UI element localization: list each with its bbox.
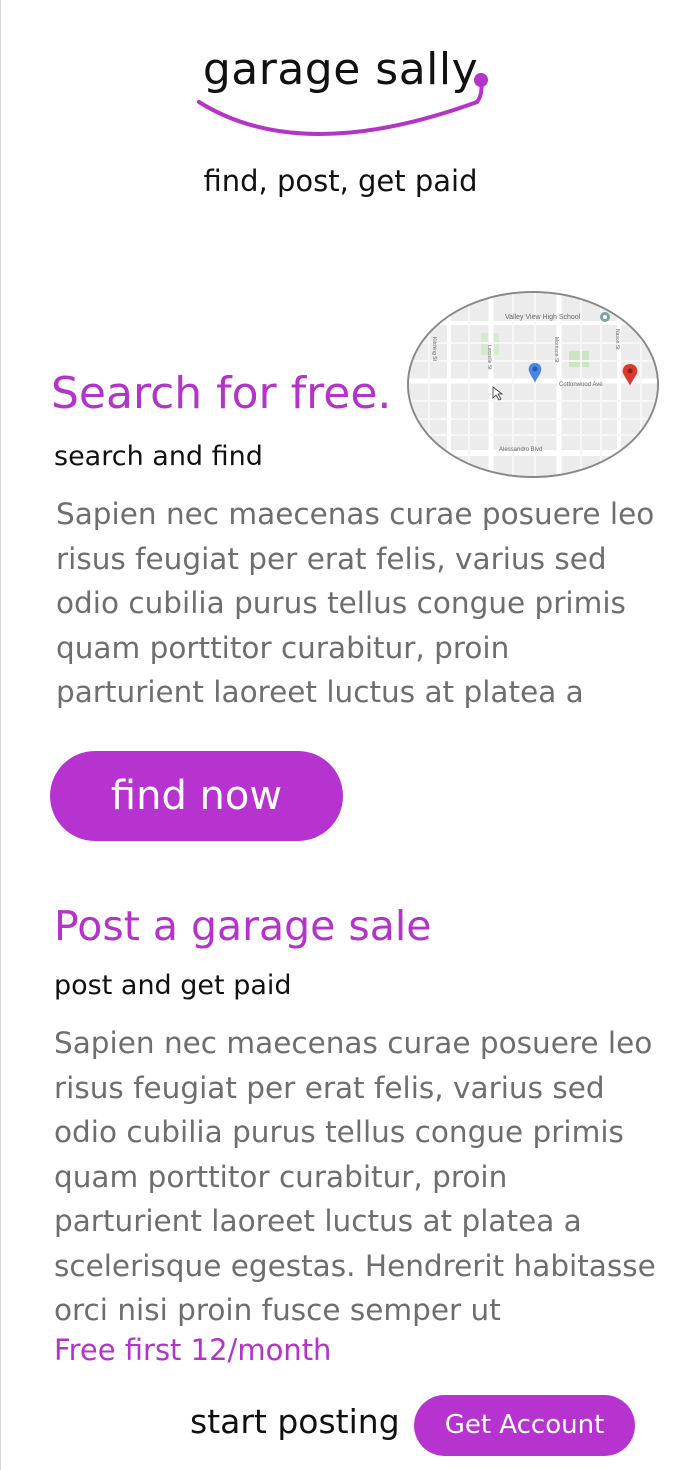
- map-label-street-mid: Lasselle St: [486, 345, 492, 370]
- map-label-street-far: Nason St: [614, 329, 620, 350]
- body-line: Sapien nec maecenas curae posuere leo: [54, 1026, 653, 1060]
- start-posting-label: start posting: [190, 1402, 400, 1441]
- map-label-boulevard: Alessandro Blvd: [499, 447, 542, 453]
- map-label-street-left: Kitching St: [431, 337, 437, 362]
- map-preview[interactable]: Valley View High School Cottonwood Ave A…: [407, 291, 659, 478]
- body-line: risus feugiat per erat felis, varius sed: [54, 1070, 605, 1105]
- map-graphic: Valley View High School Cottonwood Ave A…: [409, 293, 657, 476]
- body-line: parturient laoreet luctus at platea a: [54, 1204, 582, 1238]
- search-section-body: Sapien nec maecenas curae posuere leo ri…: [56, 492, 656, 715]
- pricing-note: Free first 12/month: [54, 1333, 332, 1367]
- location-icon: [600, 312, 610, 322]
- search-section-subtitle: search and find: [54, 441, 263, 472]
- map-label-avenue: Cottonwood Ave: [559, 382, 603, 388]
- body-line: orci nisi proin fusce semper ut: [54, 1293, 501, 1327]
- body-line: quam porttitor curabitur, proin: [54, 1159, 508, 1194]
- post-section-subtitle: post and get paid: [54, 970, 292, 1001]
- body-line: odio cubilia purus tellus congue primis: [54, 1115, 624, 1149]
- body-line: odio cubilia purus tellus congue primis: [56, 586, 626, 620]
- get-account-button[interactable]: Get Account: [414, 1395, 635, 1456]
- find-now-button[interactable]: find now: [50, 751, 343, 841]
- map-label-street-right: Morrison St: [553, 337, 559, 363]
- body-line: risus feugiat per erat felis, varius sed: [56, 541, 607, 576]
- post-section-body: Sapien nec maecenas curae posuere leo ri…: [54, 1021, 656, 1333]
- body-line: parturient laoreet luctus at platea a: [56, 675, 584, 709]
- body-line: quam porttitor curabitur, proin: [56, 630, 510, 665]
- tagline: find, post, get paid: [203, 164, 478, 198]
- post-section-title: Post a garage sale: [54, 902, 432, 950]
- map-label-school: Valley View High School: [505, 314, 581, 321]
- map-label-corner: Ave: [625, 447, 636, 453]
- body-line: Sapien nec maecenas curae posuere leo: [56, 497, 655, 531]
- search-section-title: Search for free.: [51, 368, 392, 419]
- smile-arc-icon: [197, 73, 488, 136]
- body-line: scelerisque egestas. Hendrerit habitasse: [54, 1248, 656, 1283]
